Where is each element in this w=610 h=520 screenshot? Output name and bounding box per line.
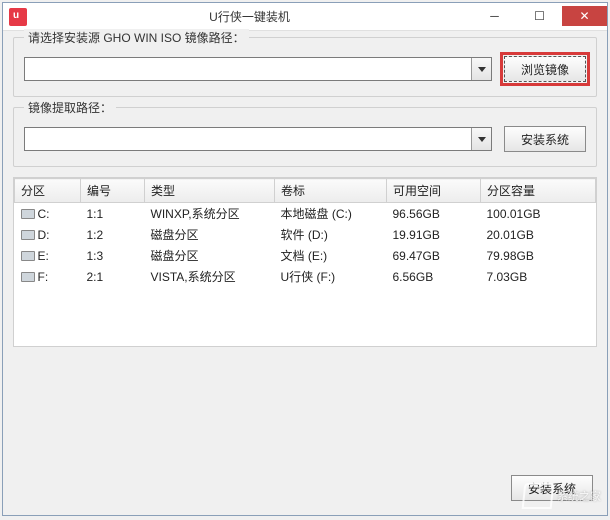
col-capacity[interactable]: 分区容量 xyxy=(481,179,596,203)
cell-num: 1:1 xyxy=(81,203,145,225)
content-area: 请选择安装源 GHO WIN ISO 镜像路径： 浏览镜像 镜像提取路径： 安装… xyxy=(3,31,607,357)
install-system-button[interactable]: 安装系统 xyxy=(504,126,586,152)
cell-drive: D: xyxy=(38,228,50,242)
drive-icon xyxy=(21,272,35,282)
cell-drive: C: xyxy=(38,207,50,221)
drive-icon xyxy=(21,230,35,240)
table-row[interactable]: E: 1:3磁盘分区文档 (E:)69.47GB79.98GB xyxy=(15,245,596,266)
cell-num: 1:3 xyxy=(81,245,145,266)
cell-free: 19.91GB xyxy=(387,224,481,245)
extract-path-combo[interactable] xyxy=(24,127,492,151)
cell-label: U行侠 (F:) xyxy=(275,266,387,287)
close-button[interactable]: ✕ xyxy=(562,6,607,26)
minimize-button[interactable]: ─ xyxy=(472,6,517,26)
cell-type: 磁盘分区 xyxy=(145,224,275,245)
window-title: U行侠一键装机 xyxy=(27,8,472,25)
cell-cap: 7.03GB xyxy=(481,266,596,287)
window-controls: ─ ☐ ✕ xyxy=(472,6,607,28)
cell-cap: 20.01GB xyxy=(481,224,596,245)
cell-label: 软件 (D:) xyxy=(275,224,387,245)
cell-type: VISTA,系统分区 xyxy=(145,266,275,287)
table-row[interactable]: D: 1:2磁盘分区软件 (D:)19.91GB20.01GB xyxy=(15,224,596,245)
maximize-button[interactable]: ☐ xyxy=(517,6,562,26)
partition-table: 分区 编号 类型 卷标 可用空间 分区容量 C: 1:1WINXP,系统分区本地磁… xyxy=(13,177,597,347)
cell-cap: 100.01GB xyxy=(481,203,596,225)
browse-image-button[interactable]: 浏览镜像 xyxy=(504,56,586,82)
table-row[interactable]: C: 1:1WINXP,系统分区本地磁盘 (C:)96.56GB100.01GB xyxy=(15,203,596,225)
extract-path-group: 镜像提取路径： 安装系统 xyxy=(13,107,597,167)
table-header-row: 分区 编号 类型 卷标 可用空间 分区容量 xyxy=(15,179,596,203)
chevron-down-icon[interactable] xyxy=(471,58,491,80)
cell-label: 本地磁盘 (C:) xyxy=(275,203,387,225)
cell-label: 文档 (E:) xyxy=(275,245,387,266)
table-row[interactable]: F: 2:1VISTA,系统分区U行侠 (F:)6.56GB7.03GB xyxy=(15,266,596,287)
cell-type: WINXP,系统分区 xyxy=(145,203,275,225)
chevron-down-icon[interactable] xyxy=(471,128,491,150)
drive-icon xyxy=(21,251,35,261)
footer-install-button[interactable]: 安装系统 xyxy=(511,475,593,501)
source-path-group: 请选择安装源 GHO WIN ISO 镜像路径： 浏览镜像 xyxy=(13,37,597,97)
cell-num: 1:2 xyxy=(81,224,145,245)
titlebar: U行侠一键装机 ─ ☐ ✕ xyxy=(3,3,607,31)
app-icon xyxy=(9,8,27,26)
source-path-label: 请选择安装源 GHO WIN ISO 镜像路径： xyxy=(24,29,249,46)
source-path-combo[interactable] xyxy=(24,57,492,81)
cell-drive: E: xyxy=(38,249,49,263)
cell-drive: F: xyxy=(38,270,49,284)
col-free[interactable]: 可用空间 xyxy=(387,179,481,203)
col-label[interactable]: 卷标 xyxy=(275,179,387,203)
cell-type: 磁盘分区 xyxy=(145,245,275,266)
col-partition[interactable]: 分区 xyxy=(15,179,81,203)
extract-path-label: 镜像提取路径： xyxy=(24,99,116,116)
cell-free: 69.47GB xyxy=(387,245,481,266)
col-type[interactable]: 类型 xyxy=(145,179,275,203)
cell-cap: 79.98GB xyxy=(481,245,596,266)
col-number[interactable]: 编号 xyxy=(81,179,145,203)
drive-icon xyxy=(21,209,35,219)
app-window: U行侠一键装机 ─ ☐ ✕ 请选择安装源 GHO WIN ISO 镜像路径： 浏… xyxy=(2,2,608,516)
cell-free: 6.56GB xyxy=(387,266,481,287)
cell-free: 96.56GB xyxy=(387,203,481,225)
cell-num: 2:1 xyxy=(81,266,145,287)
